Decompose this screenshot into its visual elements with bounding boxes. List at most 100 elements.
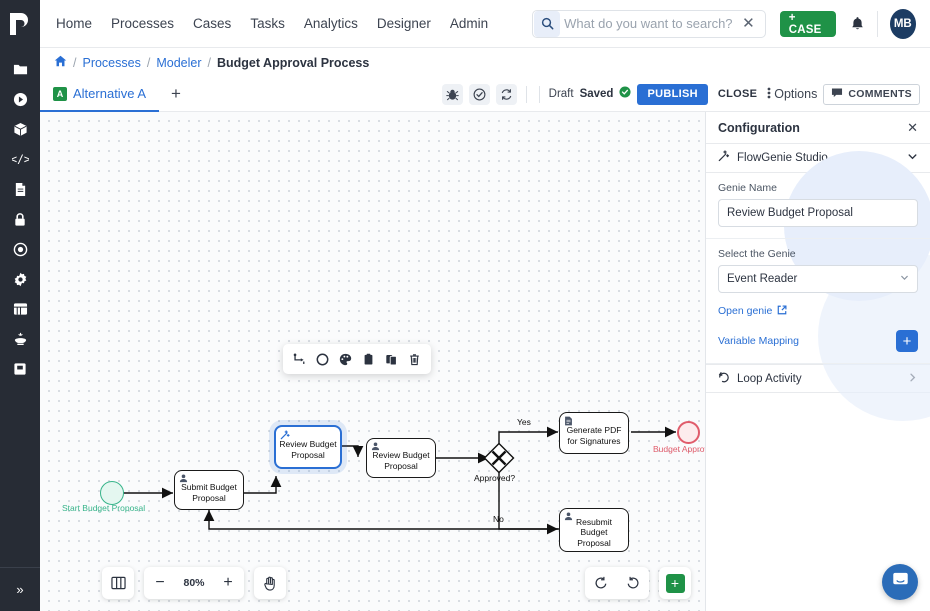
columns-icon[interactable] bbox=[102, 567, 134, 599]
saved-label: Saved bbox=[580, 88, 614, 100]
home-icon[interactable] bbox=[54, 55, 67, 70]
zoom-out-button[interactable]: − bbox=[144, 567, 176, 599]
sequence-flow-icon[interactable] bbox=[288, 348, 311, 370]
add-case-button[interactable]: + CASE bbox=[780, 11, 836, 37]
add-tab-button[interactable]: + bbox=[159, 77, 193, 112]
zoom-level: 80% bbox=[176, 577, 212, 589]
play-circle-icon bbox=[13, 92, 28, 107]
select-genie-dropdown[interactable]: Event Reader bbox=[718, 265, 918, 293]
copy-icon[interactable] bbox=[380, 348, 403, 370]
breadcrumb-current: Budget Approval Process bbox=[217, 56, 369, 70]
sidebar-item-scripts[interactable]: </> bbox=[5, 144, 35, 174]
check-circle-icon[interactable] bbox=[469, 84, 490, 105]
search-input[interactable] bbox=[564, 16, 740, 31]
flow-label-no: No bbox=[493, 514, 504, 524]
breadcrumb-modeler[interactable]: Modeler bbox=[156, 56, 201, 70]
sidebar-item-genies[interactable] bbox=[5, 324, 35, 354]
sidebar-item-monitoring[interactable] bbox=[5, 234, 35, 264]
nav-divider bbox=[877, 11, 878, 37]
redo-icon[interactable] bbox=[617, 567, 649, 599]
top-nav: Home Processes Cases Tasks Analytics Des… bbox=[40, 0, 930, 48]
layout-group bbox=[102, 567, 134, 599]
gateway-approved[interactable] bbox=[483, 442, 515, 474]
undo-icon[interactable] bbox=[585, 567, 617, 599]
end-event[interactable] bbox=[677, 421, 700, 444]
open-genie-row[interactable]: Open genie bbox=[718, 302, 918, 320]
tab-row: A Alternative A + Draft Saved bbox=[40, 77, 930, 112]
genie-name-input[interactable] bbox=[718, 199, 918, 227]
task-submit-budget-proposal[interactable]: Submit BudgetProposal bbox=[174, 470, 244, 510]
sidebar-item-settings[interactable] bbox=[5, 264, 35, 294]
user-task-icon bbox=[564, 512, 573, 521]
sidebar-item-collections[interactable] bbox=[5, 294, 35, 324]
actions-divider-2 bbox=[539, 86, 540, 103]
clipboard-icon[interactable] bbox=[357, 348, 380, 370]
chevron-down-icon bbox=[900, 273, 909, 285]
task-review-budget-proposal-2[interactable]: Review BudgetProposal bbox=[366, 438, 436, 478]
add-group: + bbox=[659, 567, 691, 599]
close-button[interactable]: CLOSE bbox=[714, 88, 761, 100]
chevron-down-icon[interactable] bbox=[907, 149, 918, 167]
bpmn-canvas[interactable]: Start Budget Proposal Submit BudgetPropo… bbox=[40, 112, 705, 611]
start-event[interactable] bbox=[100, 481, 124, 505]
sidebar-item-auth[interactable] bbox=[5, 204, 35, 234]
options-label: Options bbox=[774, 87, 817, 101]
search-bar[interactable]: ✕ bbox=[532, 10, 766, 38]
sidebar-item-processes[interactable] bbox=[5, 84, 35, 114]
book-icon bbox=[13, 362, 27, 376]
sync-icon[interactable] bbox=[496, 84, 517, 105]
trash-icon[interactable] bbox=[403, 348, 426, 370]
bpmn-connectors bbox=[40, 112, 705, 552]
element-toolbar bbox=[283, 344, 431, 374]
chat-bubble-icon bbox=[891, 570, 910, 594]
nav-link-tasks[interactable]: Tasks bbox=[250, 16, 285, 31]
user-avatar[interactable]: MB bbox=[890, 9, 916, 39]
nav-link-analytics[interactable]: Analytics bbox=[304, 16, 358, 31]
add-element-plus: + bbox=[666, 574, 685, 593]
breadcrumb-processes[interactable]: Processes bbox=[82, 56, 140, 70]
add-variable-mapping-button[interactable]: + bbox=[896, 330, 918, 352]
nav-links: Home Processes Cases Tasks Analytics Des… bbox=[56, 16, 488, 31]
work-area: Start Budget Proposal Submit BudgetPropo… bbox=[40, 112, 930, 611]
nav-link-designer[interactable]: Designer bbox=[377, 16, 431, 31]
options-button[interactable]: Options bbox=[767, 86, 817, 103]
event-circle-icon[interactable] bbox=[311, 348, 334, 370]
sidebar-item-requests[interactable] bbox=[5, 54, 35, 84]
task-resubmit-budget-proposal[interactable]: ResubmitBudgetProposal bbox=[559, 508, 629, 552]
sidebar-item-docs[interactable] bbox=[5, 354, 35, 384]
code-icon: </> bbox=[12, 152, 29, 166]
task-review-budget-proposal-selected[interactable]: Review BudgetProposal bbox=[274, 425, 342, 469]
zoom-group: − 80% + bbox=[144, 567, 244, 599]
nav-link-home[interactable]: Home bbox=[56, 16, 92, 31]
task-generate-pdf[interactable]: Generate PDFfor Signatures bbox=[559, 412, 629, 454]
nav-link-cases[interactable]: Cases bbox=[193, 16, 231, 31]
notifications-bell-icon[interactable] bbox=[850, 16, 865, 32]
canvas-toolbar: − 80% + bbox=[40, 565, 705, 601]
lock-icon bbox=[13, 212, 27, 227]
kebab-menu-icon bbox=[767, 86, 771, 103]
publish-button[interactable]: PUBLISH bbox=[637, 84, 707, 105]
open-genie-link: Open genie bbox=[718, 305, 772, 317]
bug-icon[interactable] bbox=[442, 84, 463, 105]
tab-label: Alternative A bbox=[73, 86, 146, 101]
nav-link-processes[interactable]: Processes bbox=[111, 16, 174, 31]
add-element-button[interactable]: + bbox=[659, 567, 691, 599]
sidebar-item-screens[interactable] bbox=[5, 174, 35, 204]
nav-link-admin[interactable]: Admin bbox=[450, 16, 488, 31]
history-group bbox=[585, 567, 649, 599]
comments-button[interactable]: COMMENTS bbox=[823, 84, 920, 105]
search-clear-icon[interactable]: ✕ bbox=[740, 16, 757, 31]
chat-button[interactable] bbox=[882, 564, 918, 600]
genie-lamp-icon bbox=[12, 332, 29, 346]
configuration-panel: Configuration ✕ FlowGenie Studio bbox=[705, 112, 930, 611]
processmaker-logo-icon[interactable] bbox=[7, 10, 33, 38]
sidebar-item-packages[interactable] bbox=[5, 114, 35, 144]
close-icon[interactable]: ✕ bbox=[907, 121, 918, 134]
rail-expand-button[interactable]: » bbox=[0, 567, 40, 611]
variable-mapping-link[interactable]: Variable Mapping bbox=[718, 335, 799, 347]
task-label: Submit BudgetProposal bbox=[178, 482, 240, 502]
color-palette-icon[interactable] bbox=[334, 348, 357, 370]
zoom-in-button[interactable]: + bbox=[212, 567, 244, 599]
tab-alternative-a[interactable]: A Alternative A bbox=[40, 77, 159, 112]
hand-icon[interactable] bbox=[254, 567, 286, 599]
